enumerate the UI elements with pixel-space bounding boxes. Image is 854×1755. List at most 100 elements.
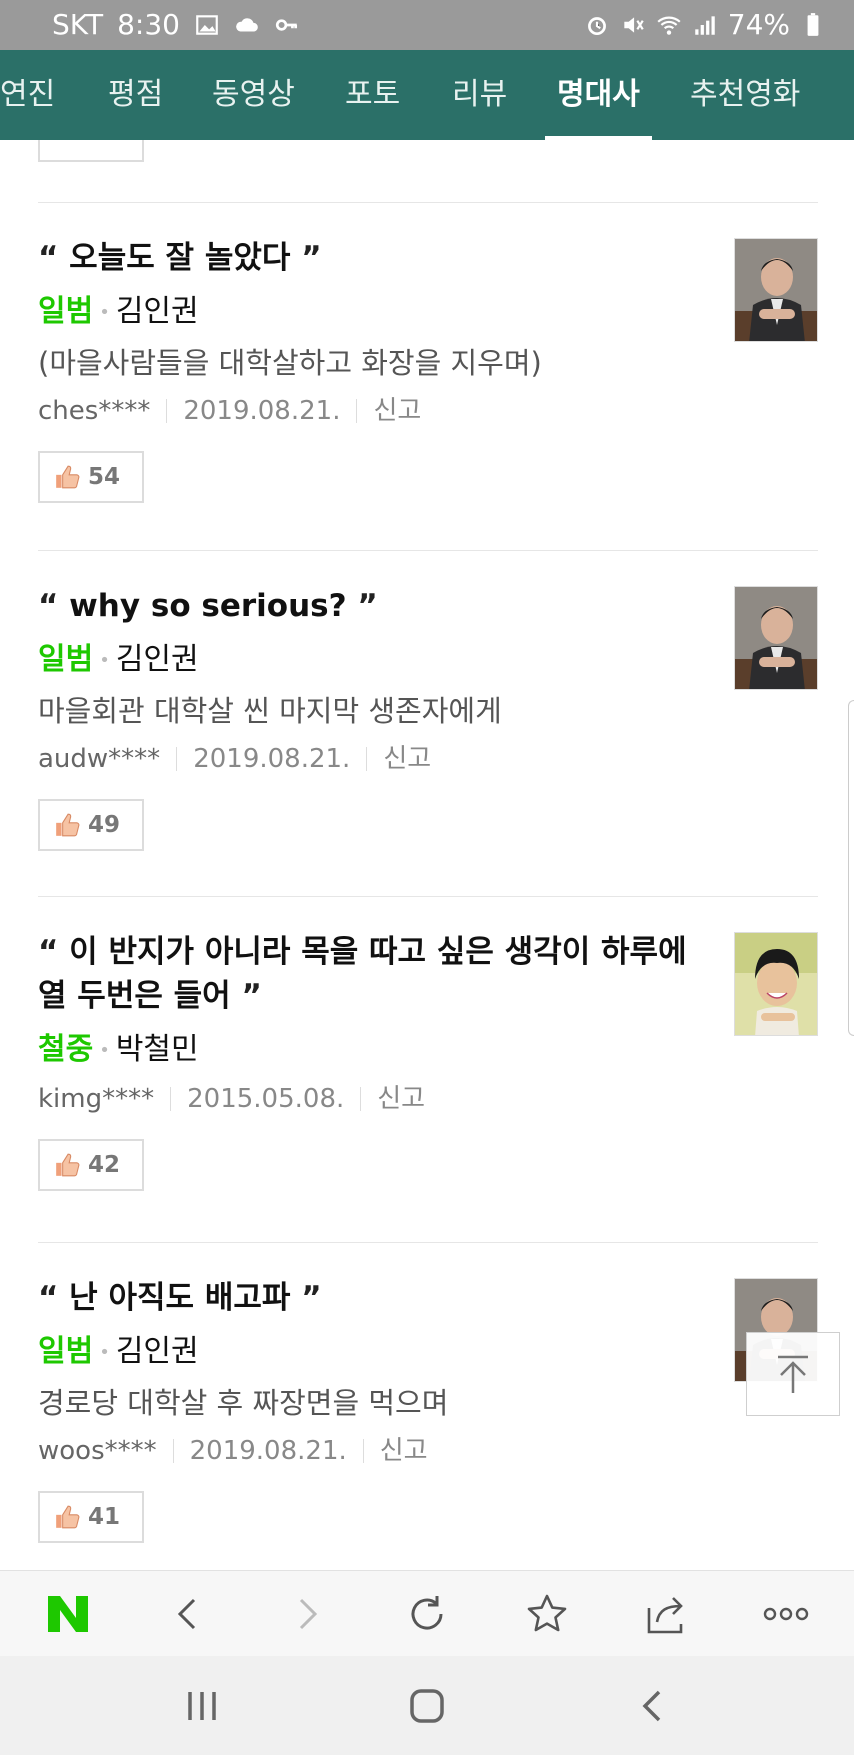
character-line: 일범 • 김인권 [38, 294, 199, 329]
actor-photo[interactable] [734, 238, 818, 342]
role-name[interactable]: 일범 [38, 642, 93, 677]
divider [38, 202, 818, 203]
line-item: “ 난 아직도 배고파 ” 일범 • 김인권 경로당 대학살 후 짜장면을 먹으며 … [38, 1276, 818, 1543]
bookmark-button[interactable] [517, 1584, 577, 1644]
system-back-button[interactable] [622, 1676, 682, 1736]
tab-famous-lines[interactable]: 명대사 [545, 50, 652, 140]
user-id: audw**** [38, 743, 161, 774]
report-link[interactable]: 신고 [383, 739, 431, 779]
post-date: 2019.08.21. [183, 395, 341, 426]
role-name[interactable]: 일범 [38, 294, 93, 329]
system-nav-bar [0, 1656, 854, 1755]
character-line: 철중 • 박철민 [38, 1032, 199, 1067]
alarm-icon [587, 16, 606, 35]
actor-name[interactable]: 김인권 [116, 294, 199, 329]
meta-row: audw**** 2019.08.21. 신고 [38, 739, 818, 779]
report-link[interactable]: 신고 [377, 1079, 425, 1119]
more-button[interactable] [756, 1584, 816, 1644]
divider [38, 1242, 818, 1243]
tab-review[interactable]: 리뷰 [452, 50, 507, 140]
like-button[interactable]: 41 [38, 1490, 144, 1543]
system-back-icon [642, 1690, 660, 1721]
role-name[interactable]: 일범 [38, 1334, 93, 1369]
role-name[interactable]: 철중 [38, 1032, 93, 1067]
signal-icon [695, 15, 715, 35]
refresh-button[interactable] [397, 1584, 457, 1644]
back-icon [177, 1598, 195, 1629]
like-count: 41 [88, 1503, 121, 1530]
scroll-indicator[interactable] [848, 700, 854, 1036]
line-item: “ why so serious? ” 일범 • 김인권 마을회관 대학살 씬 마지… [38, 584, 818, 851]
divider [38, 896, 818, 897]
recent-apps-icon [188, 1691, 217, 1720]
tab-photo[interactable]: 포토 [345, 50, 400, 140]
browser-toolbar [0, 1570, 854, 1656]
like-button[interactable]: 42 [38, 1138, 144, 1191]
forward-icon [300, 1598, 318, 1629]
post-date: 2019.08.21. [193, 743, 351, 774]
scene-description: (마을사람들을 대학살하고 화장을 지우며) [38, 345, 542, 380]
user-id: kimg**** [38, 1083, 155, 1114]
user-id: woos**** [38, 1435, 157, 1466]
clock: 8:30 [117, 8, 180, 41]
key-icon [275, 18, 297, 31]
divider [38, 550, 818, 551]
naver-home-button[interactable] [38, 1584, 98, 1644]
thumbs-up-icon [56, 465, 80, 488]
home-button[interactable] [397, 1676, 457, 1736]
more-icon [763, 1607, 809, 1620]
thumbs-up-icon [56, 813, 80, 836]
status-bar: SKT 8:30 74% [0, 0, 854, 50]
quote-text: “ why so serious? ” [38, 588, 378, 624]
line-item: “ 이 반지가 아니라 목을 따고 싶은 생각이 하루에 열 두번은 들어 ” … [38, 930, 818, 1191]
like-button[interactable]: 54 [38, 450, 144, 503]
back-button[interactable] [158, 1584, 218, 1644]
quote-text: “ 이 반지가 아니라 목을 따고 싶은 생각이 하루에 열 두번은 들어 ” [38, 934, 687, 1014]
carrier-label: SKT [52, 8, 104, 41]
gallery-icon [196, 14, 218, 35]
actor-name[interactable]: 김인권 [116, 1334, 199, 1369]
home-icon [410, 1688, 444, 1723]
tab-bar: 연진 평점 동영상 포토 리뷰 명대사 추천영화 [0, 50, 854, 140]
actor-photo[interactable] [734, 586, 818, 690]
like-button[interactable]: 49 [38, 798, 144, 851]
like-count: 54 [88, 463, 121, 490]
report-link[interactable]: 신고 [380, 1431, 428, 1471]
thumbs-up-icon [56, 1153, 80, 1176]
scene-description: 경로당 대학살 후 짜장면을 먹으며 [38, 1385, 449, 1420]
cloud-icon [236, 17, 258, 31]
famous-lines-list: “ 오늘도 잘 놀았다 ” 일범 • 김인권 (마을사람들을 대학살하고 화장을 지… [0, 140, 854, 1570]
battery-icon [807, 12, 819, 36]
meta-row: ches**** 2019.08.21. 신고 [38, 391, 818, 431]
character-line: 일범 • 김인권 [38, 642, 199, 677]
forward-button[interactable] [277, 1584, 337, 1644]
actor-name[interactable]: 박철민 [116, 1032, 199, 1067]
quote-text: “ 난 아직도 배고파 ” [38, 1280, 322, 1316]
user-id: ches**** [38, 395, 151, 426]
quote-text: “ 오늘도 잘 놀았다 ” [38, 240, 322, 276]
report-link[interactable]: 신고 [373, 391, 421, 431]
share-button[interactable] [636, 1584, 696, 1644]
like-count: 42 [88, 1151, 121, 1178]
actor-name[interactable]: 김인권 [116, 642, 199, 677]
tab-rating[interactable]: 평점 [108, 50, 163, 140]
like-button-partial[interactable] [38, 140, 144, 162]
battery-percent: 74% [727, 8, 790, 41]
mute-icon [624, 16, 644, 33]
share-icon [647, 1596, 684, 1633]
bookmark-star-icon [527, 1594, 566, 1631]
arrow-up-icon [778, 1355, 808, 1393]
naver-logo [48, 1595, 88, 1632]
recent-apps-button[interactable] [172, 1676, 232, 1736]
scene-description: 마을회관 대학살 씬 마지막 생존자에게 [38, 693, 502, 728]
tab-yeonjin[interactable]: 연진 [0, 50, 55, 140]
wifi-icon [657, 16, 681, 35]
actor-photo[interactable] [734, 932, 818, 1036]
tab-video[interactable]: 동영상 [212, 50, 295, 140]
tab-recommended[interactable]: 추천영화 [690, 50, 800, 140]
post-date: 2015.05.08. [187, 1083, 345, 1114]
meta-row: kimg**** 2015.05.08. 신고 [38, 1079, 818, 1119]
scroll-to-top-button[interactable] [746, 1332, 840, 1416]
refresh-icon [411, 1595, 443, 1629]
post-date: 2019.08.21. [189, 1435, 347, 1466]
